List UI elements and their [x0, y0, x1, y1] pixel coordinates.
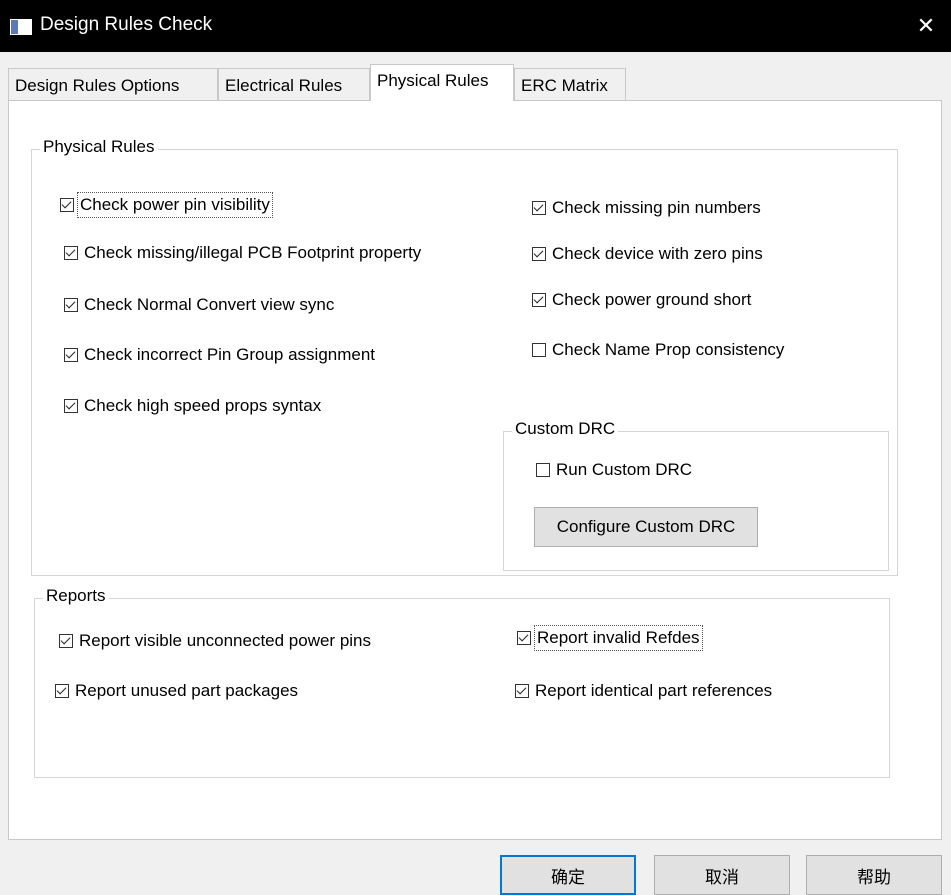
button-label: 确定 [551, 867, 585, 887]
run-custom-drc-checkbox[interactable]: Run Custom DRC [536, 460, 692, 480]
checkbox-icon[interactable] [532, 293, 546, 307]
help-button[interactable]: 帮助 [806, 855, 942, 895]
checkbox-icon[interactable] [532, 247, 546, 261]
checkbox-label: Check missing pin numbers [552, 198, 761, 217]
report-invalid-refdes[interactable]: Report invalid Refdes [517, 625, 703, 651]
checkbox-label: Check missing/illegal PCB Footprint prop… [84, 243, 422, 262]
checkbox-label: Report visible unconnected power pins [79, 631, 372, 650]
check-missing-pin-numbers[interactable]: Check missing pin numbers [532, 198, 761, 218]
tab-erc-matrix[interactable]: ERC Matrix [514, 68, 626, 100]
button-label: 帮助 [857, 867, 891, 887]
tab-label: Electrical Rules [225, 76, 343, 95]
checkbox-label: Check incorrect Pin Group assignment [84, 345, 376, 364]
close-button[interactable]: ✕ [901, 0, 951, 52]
checkbox-icon[interactable] [536, 463, 550, 477]
tab-design-rules-options[interactable]: Design Rules Options [8, 68, 218, 100]
report-identical-part-references[interactable]: Report identical part references [515, 681, 772, 701]
ok-button[interactable]: 确定 [500, 855, 636, 895]
checkbox-label: Check device with zero pins [552, 244, 763, 263]
check-high-speed-props-syntax[interactable]: Check high speed props syntax [64, 396, 321, 416]
check-missing-illegal-pcb-footprint[interactable]: Check missing/illegal PCB Footprint prop… [64, 243, 421, 263]
report-unused-part-packages[interactable]: Report unused part packages [55, 681, 298, 701]
check-name-prop-consistency[interactable]: Check Name Prop consistency [532, 340, 784, 360]
app-window-icon [10, 19, 32, 35]
configure-custom-drc-button[interactable]: Configure Custom DRC [534, 507, 758, 547]
checkbox-icon[interactable] [64, 298, 78, 312]
window-title: Design Rules Check [40, 14, 213, 35]
check-incorrect-pin-group[interactable]: Check incorrect Pin Group assignment [64, 345, 375, 365]
button-label: Configure Custom DRC [556, 517, 736, 536]
checkbox-icon[interactable] [60, 198, 74, 212]
close-icon: ✕ [916, 13, 936, 38]
checkbox-icon[interactable] [59, 634, 73, 648]
checkbox-icon[interactable] [64, 246, 78, 260]
custom-drc-legend: Custom DRC [512, 419, 619, 439]
tab-label: Physical Rules [377, 71, 489, 90]
reports-legend: Reports [43, 586, 109, 606]
tab-electrical-rules[interactable]: Electrical Rules [218, 68, 370, 100]
checkbox-label: Report invalid Refdes [534, 625, 703, 651]
custom-drc-group: Custom DRC Run Custom DRC Configure Cust… [503, 419, 889, 571]
tab-physical-rules[interactable]: Physical Rules [370, 64, 514, 101]
checkbox-icon[interactable] [64, 348, 78, 362]
check-device-zero-pins[interactable]: Check device with zero pins [532, 244, 763, 264]
check-normal-convert-view-sync[interactable]: Check Normal Convert view sync [64, 295, 334, 315]
title-bar: Design Rules Check ✕ [0, 0, 951, 52]
physical-rules-legend: Physical Rules [40, 137, 158, 157]
cancel-button[interactable]: 取消 [654, 855, 790, 895]
tab-label: Design Rules Options [15, 76, 180, 95]
checkbox-icon[interactable] [64, 399, 78, 413]
button-label: 取消 [705, 867, 739, 887]
checkbox-label: Report identical part references [535, 681, 773, 700]
checkbox-label: Check power pin visibility [77, 192, 273, 218]
checkbox-label: Check Normal Convert view sync [84, 295, 335, 314]
checkbox-icon[interactable] [515, 684, 529, 698]
checkbox-label: Check Name Prop consistency [552, 340, 785, 359]
checkbox-icon[interactable] [532, 201, 546, 215]
checkbox-label: Report unused part packages [75, 681, 299, 700]
checkbox-label: Check power ground short [552, 290, 752, 309]
checkbox-label: Check high speed props syntax [84, 396, 322, 415]
check-power-ground-short[interactable]: Check power ground short [532, 290, 751, 310]
report-visible-unconnected-power-pins[interactable]: Report visible unconnected power pins [59, 631, 371, 651]
tab-label: ERC Matrix [521, 76, 608, 95]
checkbox-icon[interactable] [517, 631, 531, 645]
checkbox-icon[interactable] [532, 343, 546, 357]
checkbox-label: Run Custom DRC [556, 460, 693, 479]
reports-group: Reports Report visible unconnected power… [34, 586, 890, 778]
checkbox-icon[interactable] [55, 684, 69, 698]
check-power-pin-visibility[interactable]: Check power pin visibility [60, 192, 273, 218]
physical-rules-panel: Physical Rules Check power pin visibilit… [8, 100, 942, 840]
